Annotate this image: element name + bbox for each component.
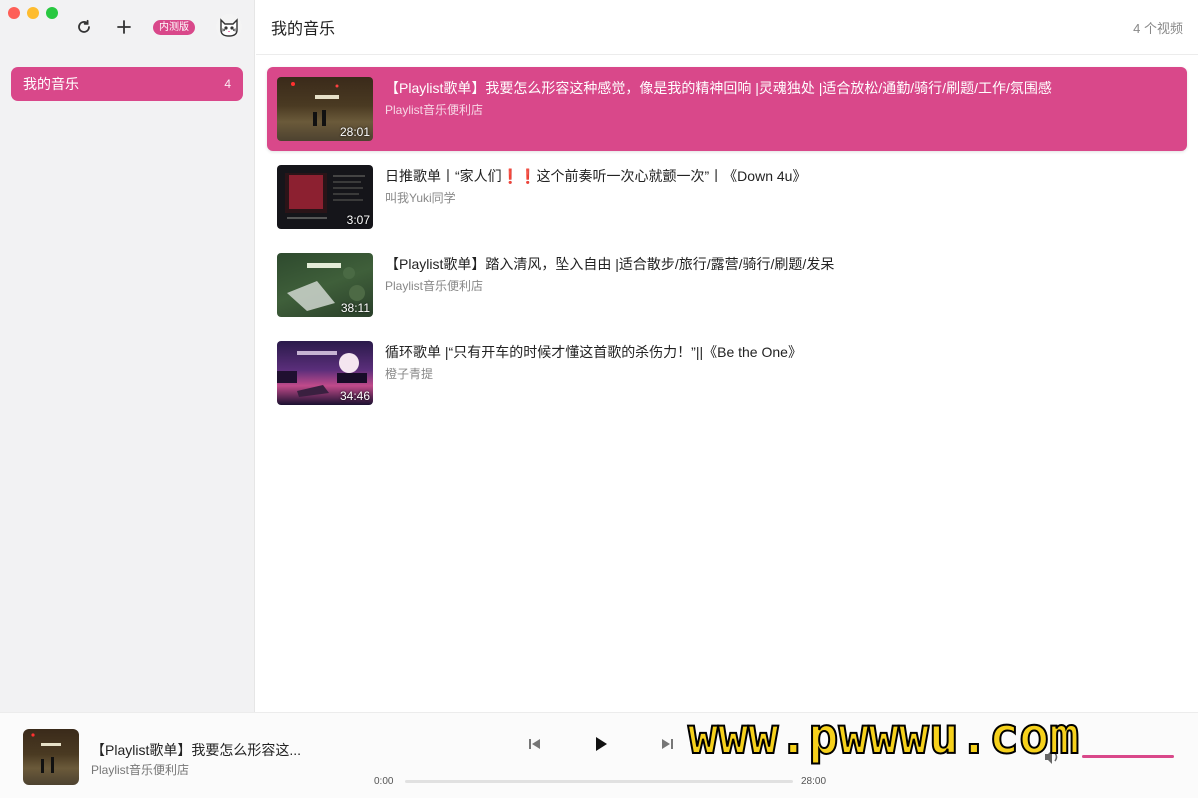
video-row[interactable]: 38:11 【Playlist歌单】踏入清风，坠入自由 |适合散步/旅行/露营/… (267, 243, 1187, 327)
volume-slider[interactable] (1082, 755, 1174, 758)
close-window-button[interactable] (8, 7, 20, 19)
sidebar: 内测版 我的音乐 4 (0, 0, 255, 712)
video-duration: 34:46 (339, 389, 370, 403)
current-time: 0:00 (374, 776, 394, 787)
play-icon (596, 737, 607, 751)
video-thumbnail: 3:07 (277, 165, 373, 229)
video-thumbnail: 28:01 (277, 77, 373, 141)
main-panel: 我的音乐 4 个视频 28:01 【Playlist歌单】我要怎么形容这种感觉，… (256, 0, 1198, 712)
video-uploader: 叫我Yuki同学 (385, 191, 456, 205)
plus-icon (117, 20, 131, 34)
refresh-icon (78, 19, 90, 33)
previous-button[interactable] (522, 731, 548, 757)
video-duration: 3:07 (346, 213, 370, 227)
video-uploader: 橙子青提 (385, 367, 434, 381)
sidebar-item-my-music[interactable]: 我的音乐 4 (11, 67, 243, 101)
now-playing-artist: Playlist音乐便利店 (91, 763, 190, 777)
minimize-window-button[interactable] (27, 7, 39, 19)
sidebar-item-label: 我的音乐 (23, 76, 79, 92)
video-duration: 38:11 (340, 301, 370, 315)
video-duration: 28:01 (339, 125, 370, 139)
video-row[interactable]: 34:46 循环歌单 |“只有开车的时候才懂这首歌的杀伤力！”||《Be the… (267, 331, 1187, 415)
sidebar-item-count: 4 (224, 77, 231, 91)
add-button[interactable] (112, 15, 136, 39)
avatar[interactable] (216, 14, 242, 40)
skip-next-icon (662, 739, 673, 749)
play-button[interactable] (588, 731, 614, 757)
progress-bar[interactable] (405, 780, 793, 783)
video-row[interactable]: 28:01 【Playlist歌单】我要怎么形容这种感觉，像是我的精神回响 |灵… (267, 67, 1187, 151)
total-time: 28:00 (801, 776, 827, 787)
zoom-window-button[interactable] (46, 7, 58, 19)
playback-controls (522, 731, 680, 757)
video-uploader: Playlist音乐便利店 (385, 103, 484, 117)
video-title: 循环歌单 |“只有开车的时候才懂这首歌的杀伤力！”||《Be the One》 (385, 344, 802, 360)
video-thumbnail: 34:46 (277, 341, 373, 405)
sidebar-toolbar: 内测版 (72, 14, 242, 40)
skip-previous-icon (529, 739, 540, 749)
video-row[interactable]: 3:07 日推歌单丨“家人们❗️❗️这个前奏听一次心就颤一次”丨《Down 4u… (267, 155, 1187, 239)
now-playing-title: 【Playlist歌单】我要怎么形容这... (91, 742, 302, 758)
cat-avatar-icon (220, 18, 238, 37)
video-title: 【Playlist歌单】我要怎么形容这种感觉，像是我的精神回响 |灵魂独处 |适… (385, 80, 1052, 96)
video-title: 日推歌单丨“家人们❗️❗️这个前奏听一次心就颤一次”丨《Down 4u》 (385, 168, 807, 184)
watermark: www.pwwwu.com (687, 706, 1080, 766)
volume-fill (1082, 755, 1174, 758)
video-list: 28:01 【Playlist歌单】我要怎么形容这种感觉，像是我的精神回响 |灵… (267, 67, 1187, 419)
video-thumbnail: 38:11 (277, 253, 373, 317)
page-title: 我的音乐 (271, 21, 336, 38)
video-title: 【Playlist歌单】踏入清风，坠入自由 |适合散步/旅行/露营/骑行/刷题/… (385, 256, 835, 272)
next-button[interactable] (654, 731, 680, 757)
window-controls (8, 7, 58, 19)
refresh-button[interactable] (72, 15, 96, 39)
main-header: 我的音乐 4 个视频 (256, 0, 1198, 55)
beta-badge: 内测版 (153, 19, 195, 35)
video-uploader: Playlist音乐便利店 (385, 279, 484, 293)
video-count: 4 个视频 (1133, 20, 1183, 36)
now-playing-artwork[interactable] (23, 729, 79, 785)
